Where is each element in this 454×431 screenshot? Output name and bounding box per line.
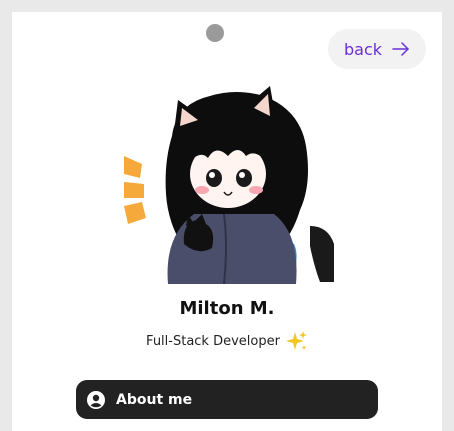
about-me-label: About me: [116, 391, 193, 408]
sparkles-icon: [285, 331, 307, 350]
profile-role: Full-Stack Developer: [146, 333, 280, 349]
profile-role-row: Full-Stack Developer: [12, 330, 442, 352]
back-button[interactable]: back: [328, 29, 426, 69]
camera-dot: [206, 24, 224, 42]
arrow-right-icon: [392, 42, 409, 56]
back-button-label: back: [343, 39, 383, 59]
profile-card: back Milton M. Full-Stack Developer Abou…: [12, 12, 442, 431]
profile-name: Milton M.: [179, 298, 275, 319]
avatar-image: [124, 86, 334, 284]
about-me-button[interactable]: About me: [76, 380, 378, 419]
user-circle-icon: [87, 390, 105, 409]
avatar: [124, 86, 334, 284]
